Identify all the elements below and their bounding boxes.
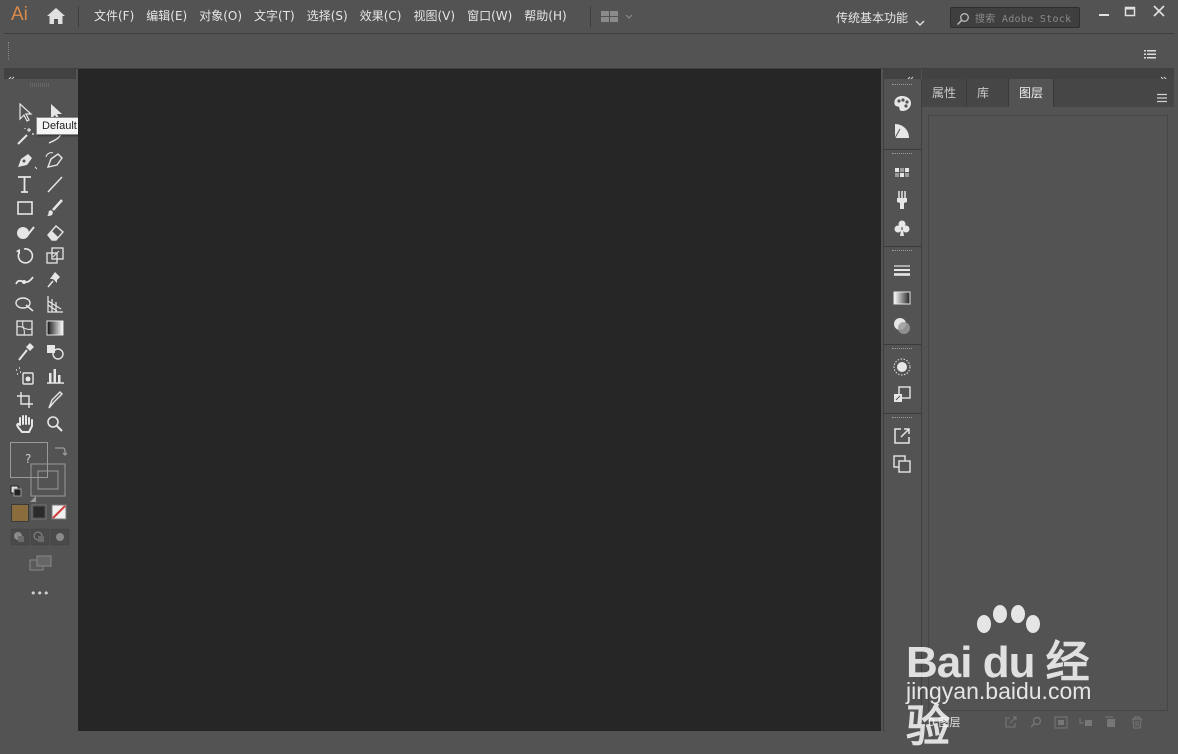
- control-bar: [4, 33, 1174, 69]
- export-icon[interactable]: [1004, 714, 1018, 728]
- make-clipping-mask-icon[interactable]: [1054, 714, 1068, 729]
- perspective-grid-tool-icon[interactable]: [43, 293, 67, 315]
- panel-dock: [883, 79, 922, 731]
- artboards-panel-icon[interactable]: [891, 453, 913, 475]
- panel-header[interactable]: [922, 69, 1174, 82]
- graphic-styles-panel-icon[interactable]: [891, 384, 913, 406]
- edit-toolbar-button[interactable]: •••: [30, 587, 49, 600]
- workspace-switcher[interactable]: 传统基本功能: [836, 9, 908, 26]
- layers-count: 0 图层: [928, 716, 961, 729]
- appearance-panel-icon[interactable]: [891, 356, 913, 378]
- menu-file[interactable]: 文件(F): [88, 0, 140, 33]
- screen-mode-icon[interactable]: [29, 555, 53, 571]
- control-bar-grip[interactable]: [8, 42, 11, 60]
- home-icon[interactable]: [46, 7, 66, 25]
- control-bar-menu-icon[interactable]: [1144, 45, 1156, 59]
- none-mode-button[interactable]: [51, 504, 67, 520]
- stock-search-input[interactable]: 搜索 Adobe Stock: [950, 7, 1080, 28]
- dock-grip[interactable]: [892, 417, 912, 421]
- draw-modes: [10, 528, 70, 546]
- color-guide-icon[interactable]: [891, 120, 913, 142]
- menu-effect[interactable]: 效果(C): [354, 0, 408, 33]
- document-canvas[interactable]: [78, 69, 881, 731]
- layers-list[interactable]: [928, 115, 1168, 711]
- eyedropper-tool-icon[interactable]: [13, 341, 37, 363]
- menu-edit[interactable]: 编辑(E): [140, 0, 193, 33]
- new-sublayer-icon[interactable]: [1079, 714, 1093, 727]
- app-logo: Ai: [11, 4, 28, 25]
- brushes-panel-icon[interactable]: [891, 189, 913, 211]
- symbols-panel-icon[interactable]: [891, 217, 913, 239]
- search-placeholder: 搜索 Adobe Stock: [975, 14, 1072, 25]
- menu-type[interactable]: 文字(T): [248, 0, 301, 33]
- menu-object[interactable]: 对象(O): [193, 0, 248, 33]
- paintbrush-tool-icon[interactable]: [43, 197, 67, 219]
- delete-layer-icon[interactable]: [1130, 714, 1144, 729]
- line-segment-tool-icon[interactable]: [43, 173, 67, 195]
- hand-tool-icon[interactable]: [13, 413, 37, 435]
- eraser-tool-icon[interactable]: [43, 221, 67, 243]
- tool-tooltip: Default: [36, 117, 83, 135]
- panel-menu-icon[interactable]: [1156, 88, 1168, 103]
- tools-panel: ? •••: [4, 79, 76, 731]
- tab-libraries[interactable]: 库: [966, 79, 999, 107]
- chevron-down-icon[interactable]: [915, 12, 925, 26]
- gradient-tool-icon[interactable]: [43, 317, 67, 339]
- close-button[interactable]: [1145, 3, 1173, 21]
- new-layer-icon[interactable]: [1104, 714, 1118, 727]
- shape-builder-tool-icon[interactable]: [13, 293, 37, 315]
- transparency-panel-icon[interactable]: [891, 315, 913, 337]
- type-tool-icon[interactable]: [13, 173, 37, 195]
- swatches-panel-icon[interactable]: [891, 162, 913, 184]
- zoom-tool-icon[interactable]: [43, 413, 67, 435]
- curvature-tool-icon[interactable]: [43, 149, 67, 171]
- locate-object-icon[interactable]: [1029, 714, 1043, 728]
- maximize-button[interactable]: [1116, 3, 1144, 21]
- arrange-documents-icon[interactable]: [600, 9, 636, 25]
- rotate-tool-icon[interactable]: [13, 245, 37, 267]
- gradient-panel-icon[interactable]: [891, 287, 913, 309]
- dock-grip[interactable]: [892, 84, 912, 88]
- selection-tool-icon[interactable]: [13, 101, 37, 123]
- search-icon: [956, 11, 970, 26]
- column-graph-tool-icon[interactable]: [43, 365, 67, 387]
- rectangle-tool-icon[interactable]: [13, 197, 37, 219]
- color-panel-icon[interactable]: [891, 92, 913, 114]
- gradient-mode-button[interactable]: [31, 504, 47, 520]
- stroke-panel-icon[interactable]: [891, 259, 913, 281]
- menu-bar: Ai 文件(F) 编辑(E) 对象(O) 文字(T) 选择(S) 效果(C) 视…: [0, 0, 1178, 33]
- panel-tabs: 属性 库 图层: [922, 79, 1174, 107]
- artboard-tool-icon[interactable]: [13, 389, 37, 411]
- pen-tool-icon[interactable]: [13, 149, 38, 171]
- magic-wand-tool-icon[interactable]: [13, 125, 37, 147]
- slice-tool-icon[interactable]: [43, 389, 67, 411]
- tab-properties[interactable]: 属性: [922, 79, 966, 107]
- layers-panel-footer: 0 图层: [922, 711, 1174, 731]
- width-tool-icon[interactable]: [13, 269, 37, 291]
- dock-grip[interactable]: [892, 153, 912, 157]
- menu-window[interactable]: 窗口(W): [461, 0, 518, 33]
- tab-layers[interactable]: 图层: [1008, 79, 1055, 107]
- dock-grip[interactable]: [892, 348, 912, 352]
- mesh-tool-icon[interactable]: [13, 317, 37, 339]
- puppet-warp-tool-icon[interactable]: [43, 269, 67, 291]
- toolbar-header[interactable]: [4, 69, 76, 82]
- symbol-sprayer-tool-icon[interactable]: [13, 365, 37, 387]
- scale-tool-icon[interactable]: [43, 245, 67, 267]
- swap-fill-stroke-icon[interactable]: [52, 443, 68, 457]
- stroke-corner-marker: [30, 487, 36, 502]
- export-asset-panel-icon[interactable]: [891, 425, 913, 447]
- minimize-button[interactable]: [1090, 3, 1118, 21]
- main-menu: 文件(F) 编辑(E) 对象(O) 文字(T) 选择(S) 效果(C) 视图(V…: [88, 0, 573, 33]
- menu-view[interactable]: 视图(V): [407, 0, 461, 33]
- color-mode-button[interactable]: [11, 504, 29, 522]
- menu-select[interactable]: 选择(S): [301, 0, 354, 33]
- default-fill-stroke-icon[interactable]: [10, 482, 22, 497]
- dock-grip[interactable]: [892, 250, 912, 254]
- layers-panel: 属性 库 图层 0 图层: [922, 79, 1174, 731]
- dock-header[interactable]: [883, 69, 921, 82]
- menu-help[interactable]: 帮助(H): [518, 0, 572, 33]
- blend-tool-icon[interactable]: [43, 341, 67, 363]
- shaper-tool-icon[interactable]: [13, 221, 37, 243]
